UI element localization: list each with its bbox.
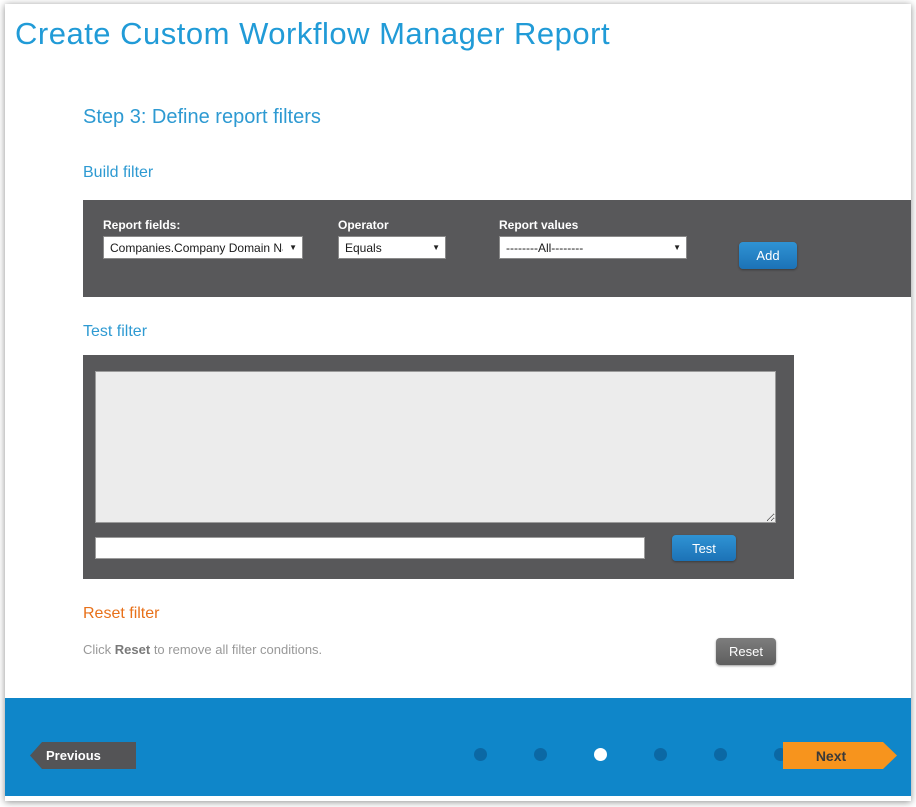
operator-select[interactable]: Equals ▼	[338, 236, 446, 259]
add-button[interactable]: Add	[739, 242, 797, 269]
test-value-input[interactable]	[95, 537, 645, 559]
progress-dot	[654, 748, 667, 761]
progress-dot	[534, 748, 547, 761]
reset-button[interactable]: Reset	[716, 638, 776, 665]
progress-dot-active	[594, 748, 607, 761]
report-fields-select[interactable]: Companies.Company Domain Na ▼	[103, 236, 303, 259]
chevron-down-icon: ▼	[432, 243, 440, 252]
report-fields-label: Report fields:	[103, 218, 180, 232]
filter-preview-textarea[interactable]	[95, 371, 776, 523]
build-filter-heading: Build filter	[83, 164, 153, 182]
hint-prefix: Click	[83, 642, 115, 657]
report-values-select[interactable]: --------All-------- ▼	[499, 236, 687, 259]
wizard-page: Create Custom Workflow Manager Report St…	[5, 4, 911, 801]
step-heading: Step 3: Define report filters	[83, 106, 321, 129]
chevron-down-icon: ▼	[289, 243, 297, 252]
wizard-footer: Previous Next	[5, 698, 911, 796]
chevron-down-icon: ▼	[673, 243, 681, 252]
progress-dot	[474, 748, 487, 761]
previous-button[interactable]: Previous	[30, 742, 136, 769]
test-button[interactable]: Test	[672, 535, 736, 561]
hint-bold-reset: Reset	[115, 642, 150, 657]
hint-suffix: to remove all filter conditions.	[150, 642, 322, 657]
build-filter-panel: Report fields: Companies.Company Domain …	[83, 200, 911, 297]
test-filter-panel: Test	[83, 355, 794, 579]
operator-label: Operator	[338, 218, 389, 232]
operator-selected-value: Equals	[345, 241, 382, 255]
progress-dot	[714, 748, 727, 761]
test-filter-heading: Test filter	[83, 323, 147, 341]
report-fields-selected-value: Companies.Company Domain Na	[110, 241, 283, 255]
report-values-label: Report values	[499, 218, 578, 232]
next-button[interactable]: Next	[783, 742, 897, 769]
reset-hint-text: Click Reset to remove all filter conditi…	[83, 642, 322, 657]
progress-dots	[474, 748, 787, 761]
report-values-selected-value: --------All--------	[506, 241, 583, 255]
reset-filter-heading: Reset filter	[83, 605, 159, 623]
page-title: Create Custom Workflow Manager Report	[15, 16, 610, 52]
